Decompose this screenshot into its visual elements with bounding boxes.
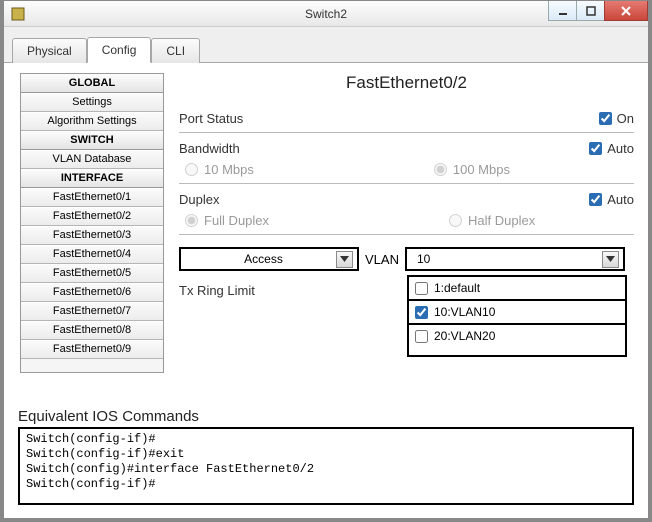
mode-vlan-row: Access VLAN 10 1:default [179,247,634,271]
bandwidth-100mbps-radio [434,163,447,176]
tab-physical[interactable]: Physical [12,38,87,63]
bandwidth-10mbps-label: 10 Mbps [204,162,254,177]
divider [179,183,634,184]
sidebar-item-fe05[interactable]: FastEthernet0/5 [21,264,163,283]
port-mode-value: Access [191,252,336,266]
bandwidth-10mbps: 10 Mbps [185,162,254,177]
sidebar-item-fe07[interactable]: FastEthernet0/7 [21,302,163,321]
vlan-dropdown-scroll[interactable]: 1:default 10:VLAN10 20:VLAN20 [409,277,625,355]
bandwidth-auto-toggle[interactable]: Auto [589,141,634,156]
vlan-option-1-label: 1:default [434,281,480,295]
vlan-value: 10 [417,252,430,266]
vlan-option-10-label: 10:VLAN10 [434,305,495,319]
vlan-option-10-checkbox[interactable] [415,306,428,319]
tab-config[interactable]: Config [87,37,152,63]
maximize-button[interactable] [576,1,604,21]
sidebar-item-algorithm-settings[interactable]: Algorithm Settings [21,112,163,131]
ios-title: Equivalent IOS Commands [18,408,634,425]
duplex-auto-checkbox[interactable] [589,193,602,206]
chevron-down-icon [602,251,619,268]
sidebar-item-fe02[interactable]: FastEthernet0/2 [21,207,163,226]
port-status-label: Port Status [179,111,243,126]
sidebar-header-global: GLOBAL [21,74,163,93]
port-status-on-label: On [617,111,634,126]
vlan-dropdown: 1:default 10:VLAN10 20:VLAN20 [407,275,627,357]
vlan-option-1[interactable]: 1:default [409,277,625,301]
sidebar: GLOBAL Settings Algorithm Settings SWITC… [20,73,164,373]
duplex-row: Duplex Auto [179,192,634,207]
duplex-half-label: Half Duplex [468,213,535,228]
sidebar-item-fe06[interactable]: FastEthernet0/6 [21,283,163,302]
duplex-full-radio [185,214,198,227]
sidebar-item-settings[interactable]: Settings [21,93,163,112]
chevron-down-icon [336,251,353,268]
tab-cli[interactable]: CLI [151,38,200,63]
sidebar-item-fe04[interactable]: FastEthernet0/4 [21,245,163,264]
ios-section: Equivalent IOS Commands Switch(config-if… [18,408,634,505]
bandwidth-100mbps: 100 Mbps [434,162,510,177]
duplex-auto-toggle[interactable]: Auto [589,192,634,207]
vlan-option-20[interactable]: 20:VLAN20 [409,325,625,347]
port-status-row: Port Status On [179,111,634,126]
sidebar-header-interface: INTERFACE [21,169,163,188]
bandwidth-10mbps-radio [185,163,198,176]
vlan-option-20-label: 20:VLAN20 [434,329,495,343]
vlan-select[interactable]: 10 [405,247,625,271]
sidebar-item-fe09[interactable]: FastEthernet0/9 [21,340,163,359]
duplex-full: Full Duplex [185,213,269,228]
duplex-full-label: Full Duplex [204,213,269,228]
duplex-half-radio [449,214,462,227]
sidebar-item-fe03[interactable]: FastEthernet0/3 [21,226,163,245]
divider [179,132,634,133]
port-mode-select[interactable]: Access [179,247,359,271]
sidebar-item-fe01[interactable]: FastEthernet0/1 [21,188,163,207]
bandwidth-auto-checkbox[interactable] [589,142,602,155]
tab-bar: Physical Config CLI [4,27,648,63]
bandwidth-auto-label: Auto [607,141,634,156]
sidebar-item-fe08[interactable]: FastEthernet0/8 [21,321,163,340]
close-button[interactable] [604,1,648,21]
port-status-checkbox[interactable] [599,112,612,125]
ios-output[interactable]: Switch(config-if)# Switch(config-if)#exi… [18,427,634,505]
interface-heading: FastEthernet0/2 [179,73,634,93]
duplex-half: Half Duplex [449,213,535,228]
bandwidth-label: Bandwidth [179,141,240,156]
vlan-option-10[interactable]: 10:VLAN10 [409,301,625,325]
divider [179,234,634,235]
content-area: GLOBAL Settings Algorithm Settings SWITC… [4,63,648,515]
sidebar-header-switch: SWITCH [21,131,163,150]
minimize-button[interactable] [548,1,576,21]
main-panel: FastEthernet0/2 Port Status On Bandwidth… [179,73,634,298]
vlan-option-20-checkbox[interactable] [415,330,428,343]
duplex-options: Full Duplex Half Duplex [179,213,634,228]
bandwidth-100mbps-label: 100 Mbps [453,162,510,177]
app-window: Switch2 Physical Config CLI GLOBAL Setti… [3,0,649,519]
bandwidth-row: Bandwidth Auto [179,141,634,156]
sidebar-scroll[interactable]: GLOBAL Settings Algorithm Settings SWITC… [21,74,163,372]
vlan-label: VLAN [365,252,399,267]
sidebar-item-vlan-database[interactable]: VLAN Database [21,150,163,169]
duplex-auto-label: Auto [607,192,634,207]
duplex-label: Duplex [179,192,219,207]
vlan-option-1-checkbox[interactable] [415,282,428,295]
bandwidth-options: 10 Mbps 100 Mbps [179,162,634,177]
titlebar: Switch2 [4,1,648,27]
window-buttons [548,1,648,21]
port-status-toggle[interactable]: On [599,111,634,126]
app-icon [10,6,26,22]
